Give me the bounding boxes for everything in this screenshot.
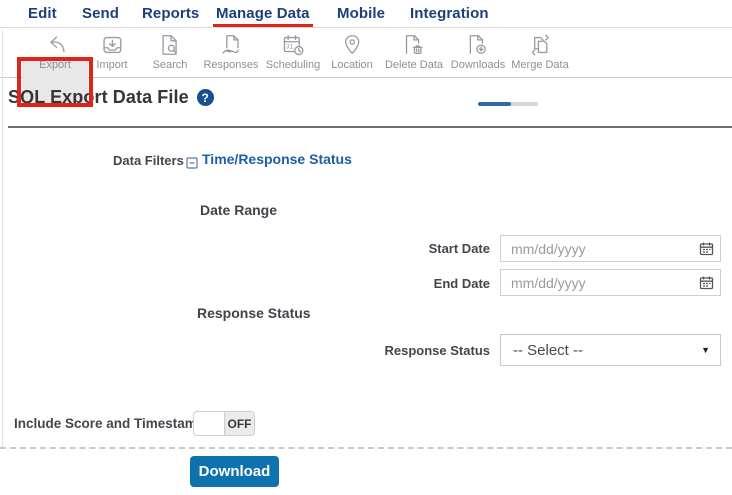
- response-status-selected-value: -- Select --: [513, 341, 584, 359]
- end-date-input[interactable]: [500, 269, 721, 296]
- nav-item-manage-data[interactable]: Manage Data: [213, 5, 313, 27]
- collapse-minus-icon[interactable]: [186, 156, 198, 169]
- svg-text:31: 31: [286, 44, 294, 51]
- nav-item-mobile[interactable]: Mobile: [337, 5, 385, 22]
- nav-item-integration[interactable]: Integration: [410, 5, 489, 22]
- data-filters-label: Data Filters: [113, 153, 184, 168]
- scrollbar-thumb[interactable]: [478, 102, 511, 106]
- toolbar-export-label: Export: [39, 59, 71, 71]
- merge-data-icon: [531, 34, 549, 56]
- toolbar-search-button[interactable]: Search: [149, 30, 192, 73]
- delete-data-icon: [405, 35, 423, 55]
- toolbar-export-button[interactable]: Export: [35, 30, 75, 73]
- response-status-label: Response Status: [384, 343, 490, 358]
- location-icon: [344, 35, 360, 55]
- scheduling-icon: 31: [283, 35, 304, 56]
- toolbar-location-label: Location: [331, 59, 373, 71]
- end-date-field: [500, 269, 721, 296]
- chevron-down-icon: ▼: [701, 345, 710, 355]
- filter-group-link[interactable]: Time/Response Status: [202, 151, 352, 167]
- toolbar-import-button[interactable]: Import: [92, 30, 131, 73]
- toolbar-merge-data-label: Merge Data: [511, 59, 569, 71]
- import-icon: [102, 36, 122, 54]
- panel-left-border: [2, 30, 3, 447]
- responses-icon: [221, 35, 239, 54]
- annotation-red-underline: [213, 24, 313, 27]
- toggle-state-label: OFF: [227, 416, 252, 431]
- nav-item-send[interactable]: Send: [82, 5, 119, 22]
- toolbar-delete-data-button[interactable]: Delete Data: [381, 30, 447, 73]
- toolbar-scheduling-button[interactable]: 31 Scheduling: [262, 30, 324, 73]
- nav-item-reports[interactable]: Reports: [142, 5, 199, 22]
- export-icon: [50, 36, 65, 53]
- toolbar-downloads-button[interactable]: Downloads: [447, 30, 509, 73]
- toolbar-delete-data-label: Delete Data: [384, 59, 444, 71]
- manage-data-toolbar: Export Import Search Responses 31 Schedu…: [0, 28, 732, 107]
- end-date-label: End Date: [433, 276, 490, 291]
- page-header: SQL Export Data File ?: [8, 87, 214, 108]
- nav-item-manage-data-label: Manage Data: [216, 5, 310, 22]
- include-score-toggle[interactable]: OFF: [193, 411, 255, 436]
- response-status-heading: Response Status: [197, 305, 311, 321]
- toolbar-responses-button[interactable]: Responses: [199, 30, 262, 73]
- search-icon: [162, 35, 178, 55]
- start-date-field: [500, 235, 721, 262]
- response-status-select[interactable]: -- Select -- ▼: [500, 334, 721, 366]
- toolbar-location-button[interactable]: Location: [327, 30, 377, 73]
- toolbar-horizontal-scrollbar[interactable]: [478, 102, 538, 106]
- download-button[interactable]: Download: [190, 456, 279, 487]
- help-icon[interactable]: ?: [196, 89, 214, 106]
- nav-item-edit[interactable]: Edit: [28, 5, 57, 22]
- dashed-separator: [0, 447, 732, 449]
- start-date-input[interactable]: [500, 235, 721, 262]
- include-score-label: Include Score and Timestamp: [14, 416, 206, 431]
- toolbar-merge-data-button[interactable]: Merge Data: [507, 30, 572, 73]
- downloads-icon: [469, 35, 486, 55]
- start-date-label: Start Date: [428, 241, 490, 256]
- toolbar-search-label: Search: [152, 59, 188, 71]
- top-nav: Edit Send Reports Manage Data Mobile Int…: [0, 0, 732, 28]
- toolbar-downloads-label: Downloads: [450, 59, 506, 71]
- toggle-knob: [194, 412, 225, 435]
- page-title: SQL Export Data File: [8, 87, 189, 107]
- toolbar-scheduling-label: Scheduling: [265, 59, 321, 71]
- toolbar-responses-label: Responses: [203, 59, 259, 71]
- app-window: Edit Send Reports Manage Data Mobile Int…: [0, 0, 732, 495]
- title-divider: [8, 126, 732, 128]
- date-range-heading: Date Range: [200, 202, 278, 218]
- toolbar-import-label: Import: [96, 59, 128, 71]
